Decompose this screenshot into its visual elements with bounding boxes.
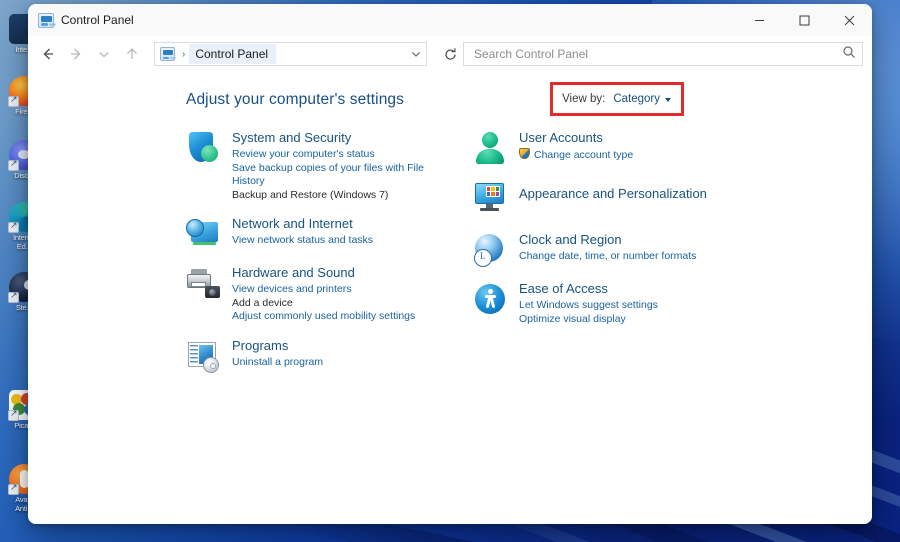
- titlebar-left: Control Panel: [28, 12, 134, 28]
- close-button[interactable]: [827, 4, 872, 36]
- category-hardware-and-sound[interactable]: Hardware and Sound View devices and prin…: [186, 265, 451, 324]
- address-bar[interactable]: › Control Panel: [154, 42, 427, 66]
- up-button[interactable]: [118, 40, 146, 68]
- maximize-button[interactable]: [782, 4, 827, 36]
- search-icon[interactable]: [842, 45, 856, 64]
- category-link[interactable]: Change date, time, or number formats: [519, 250, 696, 264]
- chevron-down-icon: [412, 52, 420, 57]
- window-title: Control Panel: [61, 13, 134, 27]
- content-header: Adjust your computer's settings View by:…: [28, 82, 872, 116]
- arrow-up-icon: [127, 48, 137, 59]
- refresh-button[interactable]: [437, 42, 463, 66]
- category-user-accounts[interactable]: User Accounts Change account type: [473, 130, 773, 165]
- category-title[interactable]: System and Security: [232, 130, 451, 146]
- breadcrumb-item-control-panel[interactable]: Control Panel: [189, 44, 277, 64]
- category-title[interactable]: Programs: [232, 338, 323, 354]
- category-title[interactable]: Appearance and Personalization: [519, 186, 707, 202]
- recent-locations-button[interactable]: [90, 40, 118, 68]
- category-link[interactable]: Save backup copies of your files with Fi…: [232, 162, 451, 189]
- window-titlebar[interactable]: Control Panel: [28, 4, 872, 36]
- category-link[interactable]: Let Windows suggest settings: [519, 299, 658, 313]
- refresh-icon: [444, 47, 456, 60]
- breadcrumb: › Control Panel: [155, 43, 277, 65]
- clock-icon: [473, 233, 507, 267]
- category-link[interactable]: Review your computer's status: [232, 148, 451, 162]
- control-panel-icon[interactable]: [160, 47, 175, 61]
- shield-icon: [186, 131, 220, 165]
- search-input[interactable]: [472, 46, 842, 62]
- window-controls: [737, 4, 872, 36]
- printer-icon: [186, 266, 220, 300]
- category-link[interactable]: Change account type: [519, 148, 633, 163]
- view-by-label: View by:: [562, 93, 606, 105]
- chevron-down-icon: [99, 52, 109, 58]
- category-link[interactable]: Uninstall a program: [232, 356, 323, 370]
- breadcrumb-separator[interactable]: ›: [178, 49, 189, 60]
- category-programs[interactable]: Programs Uninstall a program: [186, 338, 451, 373]
- category-network-and-internet[interactable]: Network and Internet View network status…: [186, 216, 451, 251]
- category-title[interactable]: Network and Internet: [232, 216, 373, 232]
- view-by-value[interactable]: Category: [613, 93, 660, 105]
- arrow-left-icon: [43, 48, 53, 60]
- shortcut-overlay-icon: [8, 94, 19, 107]
- forward-button[interactable]: [62, 40, 90, 68]
- appearance-icon: [473, 180, 507, 214]
- view-by-control[interactable]: View by: Category: [550, 82, 684, 116]
- shortcut-overlay-icon: [8, 408, 19, 421]
- chevron-down-icon[interactable]: [665, 98, 671, 102]
- category-link[interactable]: Backup and Restore (Windows 7): [232, 189, 451, 203]
- category-link[interactable]: Adjust commonly used mobility settings: [232, 310, 415, 324]
- category-columns: System and Security Review your computer…: [28, 116, 872, 387]
- category-title[interactable]: Clock and Region: [519, 232, 696, 248]
- user-accounts-icon: [473, 131, 507, 165]
- category-link-text: Change account type: [534, 149, 634, 161]
- category-title[interactable]: Hardware and Sound: [232, 265, 415, 281]
- shortcut-overlay-icon: [8, 290, 19, 303]
- control-panel-icon: [38, 12, 54, 28]
- category-system-and-security[interactable]: System and Security Review your computer…: [186, 130, 451, 202]
- category-clock-and-region[interactable]: Clock and Region Change date, time, or n…: [473, 232, 773, 267]
- minimize-button[interactable]: [737, 4, 782, 36]
- desktop: Inte... Fire... Disc... Interne Ed...: [0, 0, 900, 542]
- ease-of-access-icon: [473, 282, 507, 316]
- shortcut-overlay-icon: [8, 220, 19, 233]
- category-column-left: System and Security Review your computer…: [186, 130, 451, 387]
- arrow-right-icon: [71, 48, 81, 60]
- category-appearance-and-personalization[interactable]: Appearance and Personalization: [473, 179, 773, 214]
- control-panel-content: Adjust your computer's settings View by:…: [28, 72, 872, 524]
- category-link[interactable]: Add a device: [232, 297, 415, 311]
- category-column-right: User Accounts Change account type Appear…: [473, 130, 773, 387]
- category-link[interactable]: View devices and printers: [232, 283, 415, 297]
- category-link[interactable]: Optimize visual display: [519, 313, 658, 327]
- navigation-toolbar: › Control Panel: [28, 36, 872, 72]
- category-link[interactable]: View network status and tasks: [232, 234, 373, 248]
- network-icon: [186, 217, 220, 251]
- address-dropdown-button[interactable]: [406, 43, 426, 65]
- control-panel-window: Control Panel › Control Panel Search Con…: [28, 4, 872, 524]
- uac-shield-icon: [519, 148, 530, 159]
- category-ease-of-access[interactable]: Ease of Access Let Windows suggest setti…: [473, 281, 773, 326]
- back-button[interactable]: [34, 40, 62, 68]
- programs-icon: [186, 339, 220, 373]
- category-title[interactable]: User Accounts: [519, 130, 633, 146]
- category-title[interactable]: Ease of Access: [519, 281, 658, 297]
- search-box[interactable]: [463, 42, 863, 66]
- shortcut-overlay-icon: [8, 482, 19, 495]
- address-bar-right: [406, 43, 426, 65]
- shortcut-overlay-icon: [8, 158, 19, 171]
- page-title: Adjust your computer's settings: [186, 91, 404, 108]
